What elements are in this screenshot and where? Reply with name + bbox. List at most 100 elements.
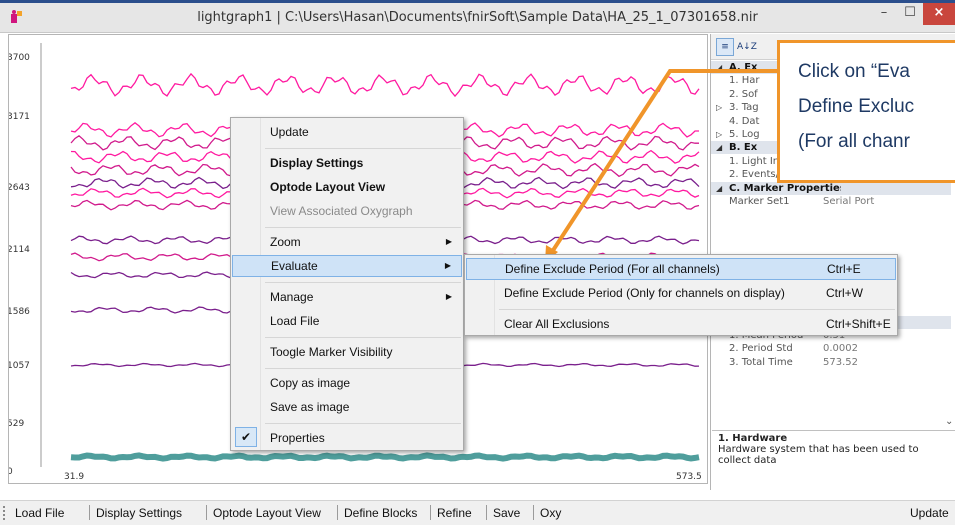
menu-separator (265, 368, 461, 369)
menu-item-label: Toogle Marker Visibility (270, 345, 393, 359)
y-tick-label: 3171 (8, 112, 30, 122)
callout-line: Click on “Eva (798, 61, 910, 82)
toolbar-separator (486, 505, 487, 520)
menu-item-shortcut: Ctrl+E (827, 262, 861, 276)
menu-separator (265, 227, 461, 228)
expand-toggle-icon[interactable]: ▷ (716, 128, 726, 141)
callout-line: Define Excluc (798, 96, 915, 117)
property-description: 1. Hardware Hardware system that has bee… (712, 430, 955, 485)
menu-item-clear-all-exclusions[interactable]: Clear All Exclusions Ctrl+Shift+E (466, 313, 896, 335)
property-row[interactable] (711, 208, 951, 221)
menu-item-label: Optode Layout View (270, 180, 386, 194)
description-text: Hardware system that has been used to co… (718, 444, 919, 466)
menu-item-manage[interactable]: Manage ▶ (232, 286, 462, 308)
menu-item-label: Evaluate (271, 259, 318, 273)
menu-item-define-exclude-period-only-for-channels-on-display[interactable]: Define Exclude Period (Only for channels… (466, 282, 896, 304)
bottom-toolbar: Load File Display Settings Optode Layout V… (0, 500, 955, 525)
submenu-arrow-icon: ▶ (445, 292, 452, 301)
property-row[interactable]: Marker Set1 Serial Port (711, 195, 951, 208)
categorized-icon[interactable]: ≡ (716, 38, 734, 56)
update-button[interactable]: Update (910, 506, 949, 520)
maximize-button[interactable]: ☐ (897, 3, 923, 25)
menu-item-label: Define Exclude Period (For all channels) (505, 262, 720, 276)
evaluate-submenu: Define Exclude Period (For all channels)… (464, 254, 898, 336)
alphabetical-sort-button[interactable]: A↓Z (736, 38, 757, 56)
x-tick-label: 31.9 (64, 472, 85, 482)
submenu-arrow-icon: ▶ (445, 237, 452, 246)
menu-item-label: Manage (270, 290, 314, 304)
property-row[interactable]: 2. Period Std 0.0002 (711, 342, 951, 355)
toolbar-load-file-button[interactable]: Load File (15, 506, 64, 520)
y-tick-label: 1057 (8, 361, 30, 371)
toolbar-separator (533, 505, 534, 520)
submenu-arrow-icon: ▶ (444, 261, 451, 270)
scroll-down-icon[interactable]: ⌄ (945, 416, 953, 427)
app-icon (11, 10, 22, 23)
property-row[interactable] (711, 235, 951, 248)
menu-item-shortcut: Ctrl+W (826, 286, 863, 300)
toolbar-separator (206, 505, 207, 520)
minimize-button[interactable]: – (871, 3, 897, 25)
property-row[interactable]: 3. Total Time 573.52 (711, 356, 951, 369)
toolbar-separator (430, 505, 431, 520)
instruction-callout: Click on “Eva Define Excluc (For all cha… (777, 40, 955, 183)
toolbar-separator (337, 505, 338, 520)
toolbar-optode-layout-view-button[interactable]: Optode Layout View (213, 506, 321, 520)
menu-item-display-settings[interactable]: Display Settings (232, 152, 462, 174)
check-icon: ✔ (235, 427, 257, 447)
y-tick-label: 2114 (8, 245, 30, 255)
menu-item-label: Properties (270, 431, 325, 445)
menu-item-shortcut: Ctrl+Shift+E (826, 317, 891, 331)
menu-separator (265, 337, 461, 338)
menu-item-copy-as-image[interactable]: Copy as image (232, 372, 462, 394)
plot-context-menu: Update Display Settings Optode Layout View… (230, 117, 464, 451)
callout-line: (For all chanr (798, 131, 910, 152)
property-row[interactable] (711, 222, 951, 235)
menu-separator (499, 309, 895, 310)
y-tick-label: 1586 (8, 307, 30, 317)
window-title: lightgraph1 | C:\Users\Hasan\Documents\f… (197, 10, 758, 25)
menu-item-zoom[interactable]: Zoom ▶ (232, 231, 462, 253)
menu-item-label: Save as image (270, 400, 350, 414)
property-value: 573.52 (823, 356, 858, 368)
toolbar-oxy-button[interactable]: Oxy (540, 506, 561, 520)
menu-item-view-associated-oxygraph: View Associated Oxygraph (232, 200, 462, 222)
expand-toggle-icon[interactable]: ▷ (716, 101, 726, 114)
menu-item-label: Clear All Exclusions (504, 317, 610, 331)
property-value: Serial Port (823, 196, 875, 207)
close-button[interactable]: × (923, 3, 955, 25)
menu-separator (265, 423, 461, 424)
menu-item-define-exclude-period-for-all-channels[interactable]: Define Exclude Period (For all channels)… (466, 258, 896, 280)
toolbar-refine-button[interactable]: Refine (437, 506, 472, 520)
toolbar-separator (89, 505, 90, 520)
menu-item-properties[interactable]: ✔ Properties (232, 427, 462, 449)
trace-pink-top (70, 72, 700, 98)
property-value: 0.0002 (823, 343, 858, 355)
expand-toggle-icon[interactable]: ◢ (716, 61, 726, 74)
menu-item-label: View Associated Oxygraph (270, 204, 413, 218)
expand-toggle-icon[interactable]: ◢ (716, 141, 726, 154)
menu-item-label: Zoom (270, 235, 301, 249)
menu-item-label: Copy as image (270, 376, 351, 390)
y-tick-label: 2643 (8, 183, 30, 193)
expand-toggle-icon[interactable]: ◢ (716, 182, 726, 195)
y-tick-label: 529 (8, 419, 25, 429)
menu-separator (265, 282, 461, 283)
title-bar: lightgraph1 | C:\Users\Hasan\Documents\f… (0, 3, 955, 33)
toolbar-save-button[interactable]: Save (493, 506, 520, 520)
menu-item-optode-layout-view[interactable]: Optode Layout View (232, 176, 462, 198)
x-tick-label: 573.5 (676, 472, 702, 482)
toolbar-define-blocks-button[interactable]: Define Blocks (344, 506, 417, 520)
trace-teal (70, 452, 700, 462)
menu-item-toogle-marker-visibility[interactable]: Toogle Marker Visibility (232, 341, 462, 363)
menu-item-update[interactable]: Update (232, 121, 462, 143)
menu-item-save-as-image[interactable]: Save as image (232, 396, 462, 418)
y-tick-label: 3700 (8, 53, 30, 63)
toolbar-display-settings-button[interactable]: Display Settings (96, 506, 182, 520)
menu-item-label: Display Settings (270, 156, 364, 170)
property-category-row[interactable]: ◢ C. Marker Properties (711, 181, 951, 195)
menu-item-label: Define Exclude Period (Only for channels… (504, 286, 785, 300)
property-name: C. Marker Properties (729, 182, 841, 194)
menu-item-evaluate[interactable]: Evaluate ▶ (232, 255, 462, 277)
menu-item-load-file[interactable]: Load File (232, 310, 462, 332)
